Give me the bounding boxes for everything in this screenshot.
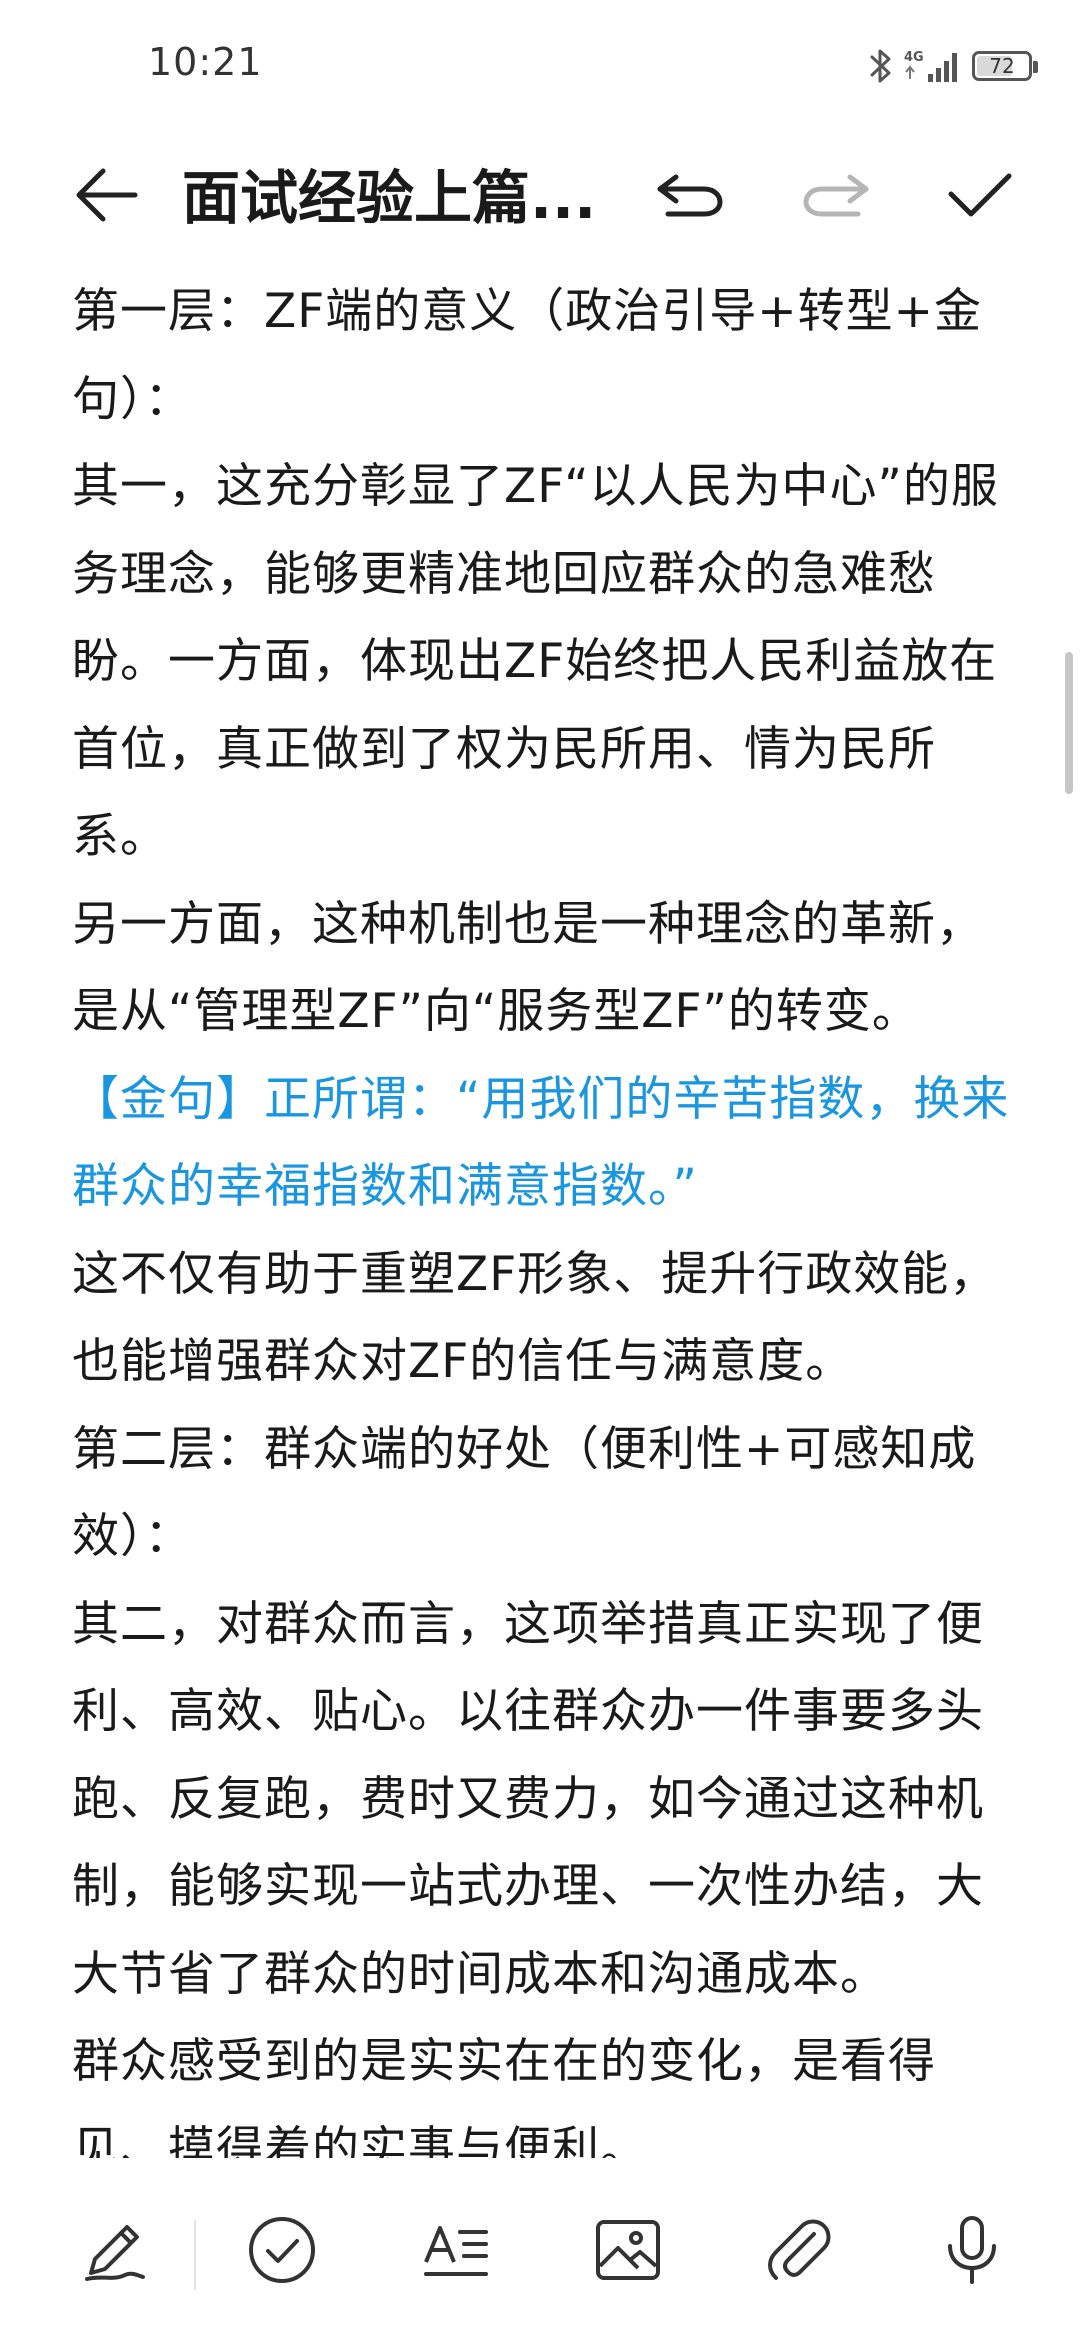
bluetooth-icon <box>868 46 894 86</box>
paragraph-point-one[interactable]: 其一，这充分彰显了ZF“以人民为中心”的服务理念，能够更精准地回应群众的急难愁盼… <box>72 443 1022 881</box>
attach-button[interactable] <box>756 2208 840 2292</box>
insert-image-button[interactable] <box>586 2208 670 2292</box>
paragraph-tangible-change[interactable]: 群众感受到的是实实在在的变化，是看得见、摸得着的实事与便利。 <box>72 2018 1022 2158</box>
paragraph-image-efficiency[interactable]: 这不仅有助于重塑ZF形象、提升行政效能，也能增强群众对ZF的信任与满意度。 <box>72 1231 1022 1406</box>
title-bar: 面试经验上篇... <box>0 140 1080 250</box>
document-editor[interactable]: 第一层：ZF端的意义（政治引导+转型+金句）： 其一，这充分彰显了ZF“以人民为… <box>72 268 1022 2158</box>
toolbar-divider <box>194 2220 196 2290</box>
paperclip-icon <box>768 2219 831 2280</box>
document-title: 面试经验上篇... <box>182 164 597 232</box>
battery-percent: 72 <box>989 54 1015 78</box>
back-button[interactable] <box>72 160 142 230</box>
checklist-button[interactable] <box>240 2208 324 2292</box>
paragraph-layer-one-heading[interactable]: 第一层：ZF端的意义（政治引导+转型+金句）： <box>72 268 1022 443</box>
status-bar: 10:21 4G 72 <box>0 0 1080 135</box>
voice-input-button[interactable] <box>930 2208 1014 2292</box>
paragraph-golden-quote[interactable]: 【金句】正所谓：“用我们的辛苦指数，换来群众的幸福指数和满意指数。” <box>72 1056 1022 1231</box>
microphone-icon <box>948 2216 996 2284</box>
image-icon <box>596 2220 660 2280</box>
arrow-left-icon <box>76 168 138 222</box>
redo-icon <box>803 174 869 217</box>
scrollbar[interactable] <box>1065 652 1073 794</box>
check-circle-icon <box>249 2217 315 2283</box>
confirm-button[interactable] <box>940 160 1020 230</box>
bottom-toolbar <box>0 2160 1080 2340</box>
network-type-label: 4G <box>904 50 924 65</box>
status-time: 10:21 <box>148 40 263 84</box>
status-icons: 4G 72 <box>868 44 1038 88</box>
pen-icon <box>85 2225 145 2281</box>
battery-icon: 72 <box>972 51 1038 81</box>
check-icon <box>948 173 1012 217</box>
text-format-icon <box>424 2226 488 2276</box>
redo-button[interactable] <box>796 160 876 230</box>
handwriting-button[interactable] <box>72 2208 156 2292</box>
text-format-button[interactable] <box>414 2208 498 2292</box>
signal-icon: 4G <box>904 46 962 86</box>
paragraph-other-aspect[interactable]: 另一方面，这种机制也是一种理念的革新，是从“管理型ZF”向“服务型ZF”的转变。 <box>72 881 1022 1056</box>
paragraph-layer-two-heading[interactable]: 第二层：群众端的好处（便利性+可感知成效）： <box>72 1406 1022 1581</box>
undo-icon <box>657 174 723 217</box>
undo-button[interactable] <box>650 160 730 230</box>
paragraph-point-two[interactable]: 其二，对群众而言，这项举措真正实现了便利、高效、贴心。以往群众办一件事要多头跑、… <box>72 1581 1022 2019</box>
